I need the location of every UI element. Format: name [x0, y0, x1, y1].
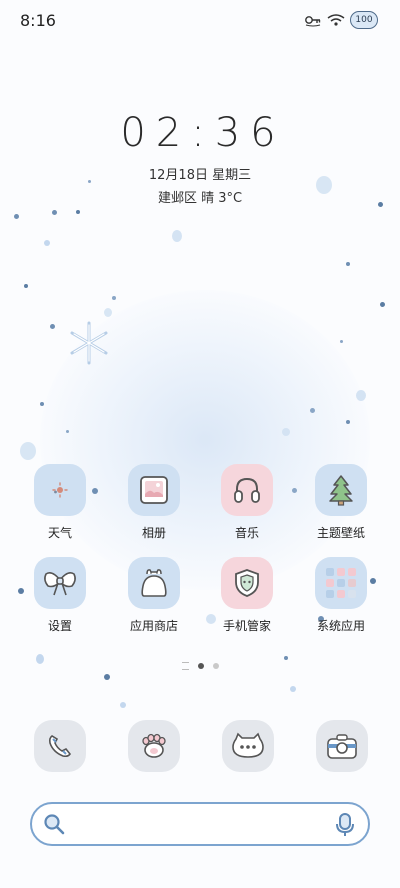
app-label: 系统应用 — [316, 619, 365, 633]
battery-level: 100 — [355, 15, 373, 25]
theme-tree-icon — [315, 464, 367, 516]
phone-icon — [48, 735, 71, 758]
camera-icon — [327, 734, 357, 759]
clock-weather: 建邺区 晴 3°C — [157, 191, 243, 206]
app-label: 相册 — [141, 526, 166, 540]
wifi-icon — [327, 14, 345, 26]
app-label: 主题壁纸 — [316, 526, 365, 540]
phone-manager-shield-icon — [221, 557, 273, 609]
page-dot[interactable] — [212, 663, 219, 669]
app-themes[interactable]: 主题壁纸 — [301, 464, 381, 541]
settings-bow-icon — [34, 557, 86, 609]
page-indicator[interactable] — [0, 662, 400, 670]
microphone-icon[interactable] — [334, 812, 356, 838]
app-label: 天气 — [47, 526, 72, 540]
dock-camera[interactable] — [316, 720, 368, 772]
photo-album-icon — [128, 464, 180, 516]
search-bar[interactable] — [30, 802, 370, 846]
paw-icon — [142, 733, 166, 758]
app-label: 音乐 — [234, 526, 259, 540]
vpn-key-icon — [305, 16, 321, 27]
clock-time: 02:36 — [120, 110, 286, 156]
system-apps-folder-icon — [315, 557, 367, 609]
app-store[interactable]: 应用商店 — [114, 557, 194, 634]
dock-phone[interactable] — [34, 720, 86, 772]
page-list-indicator[interactable] — [181, 662, 189, 670]
app-store-bag-icon — [128, 557, 180, 609]
clock-date: 12月18日 星期三 — [148, 168, 252, 183]
app-label: 设置 — [47, 619, 72, 633]
battery-icon: 100 — [350, 11, 378, 29]
app-music[interactable]: 音乐 — [207, 464, 287, 541]
status-time: 8:16 — [20, 11, 56, 30]
status-bar: 8:16 100 — [0, 0, 400, 40]
weather-icon — [34, 464, 86, 516]
app-weather[interactable]: 天气 — [20, 464, 100, 541]
app-photos[interactable]: 相册 — [114, 464, 194, 541]
app-label: 手机管家 — [222, 619, 271, 633]
lock-clock-widget[interactable]: 02:36 12月18日 星期三 建邺区 晴 3°C — [0, 110, 400, 206]
music-headphones-icon — [221, 464, 273, 516]
dock-paw[interactable] — [128, 720, 180, 772]
app-label: 应用商店 — [129, 619, 178, 633]
dock-messages[interactable] — [222, 720, 274, 772]
app-phone-manager[interactable]: 手机管家 — [207, 557, 287, 634]
snowflake-icon — [70, 321, 108, 365]
status-icons: 100 — [304, 11, 378, 29]
search-icon[interactable] — [42, 812, 66, 836]
page-dot-current[interactable] — [197, 663, 204, 669]
app-settings[interactable]: 设置 — [20, 557, 100, 634]
app-system-folder[interactable]: 系统应用 — [301, 557, 381, 634]
messages-icon — [232, 732, 264, 758]
